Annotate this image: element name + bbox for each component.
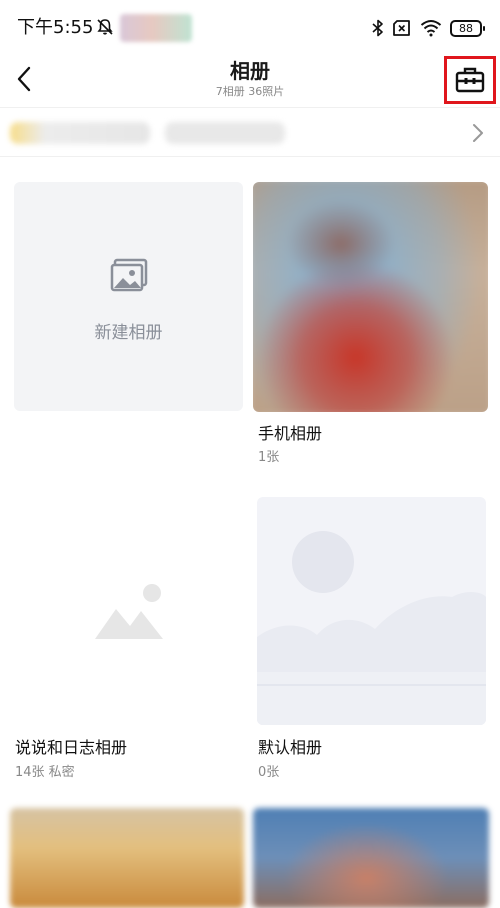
status-icons: 88	[372, 16, 485, 40]
banner-content-blurred	[165, 122, 285, 144]
album-name[interactable]: 默认相册	[258, 738, 322, 758]
battery-icon: 88	[450, 19, 485, 37]
album-count: 0张	[258, 765, 280, 780]
album-name[interactable]: 手机相册	[258, 424, 322, 444]
bluetooth-icon	[372, 18, 384, 38]
album-cover-blurred[interactable]	[10, 808, 244, 908]
album-cover-phone[interactable]	[253, 182, 488, 412]
album-count: 14张 私密	[15, 765, 75, 780]
page-subtitle: 7相册 36照片	[215, 85, 285, 98]
toolbox-button[interactable]	[444, 56, 496, 104]
new-album-label: 新建相册	[94, 323, 163, 343]
album-count: 1张	[258, 450, 280, 465]
landscape-placeholder-icon	[257, 531, 486, 725]
album-cover-blurred[interactable]	[253, 808, 489, 908]
album-name[interactable]: 说说和日志相册	[15, 738, 127, 758]
new-album-button[interactable]: 新建相册	[14, 182, 243, 411]
album-cover-default[interactable]	[257, 497, 486, 725]
mute-icon	[95, 17, 115, 37]
status-bar: 下午5:55 88	[0, 0, 500, 56]
page-title: 相册	[230, 59, 270, 83]
add-image-icon	[110, 258, 148, 292]
status-time: 下午5:55	[17, 17, 94, 38]
image-placeholder-icon	[95, 584, 163, 639]
album-cover-diary[interactable]	[14, 497, 243, 725]
chevron-right-icon	[473, 124, 483, 142]
wifi-icon	[420, 19, 442, 37]
promo-banner[interactable]	[0, 107, 500, 157]
notification-icons-blurred	[120, 14, 192, 42]
banner-content-blurred	[10, 122, 150, 144]
no-sim-icon	[392, 19, 412, 37]
nav-bar: 相册 7相册 36照片	[0, 56, 500, 106]
album-cover-photo-blurred	[253, 182, 488, 412]
toolbox-icon	[455, 67, 485, 93]
